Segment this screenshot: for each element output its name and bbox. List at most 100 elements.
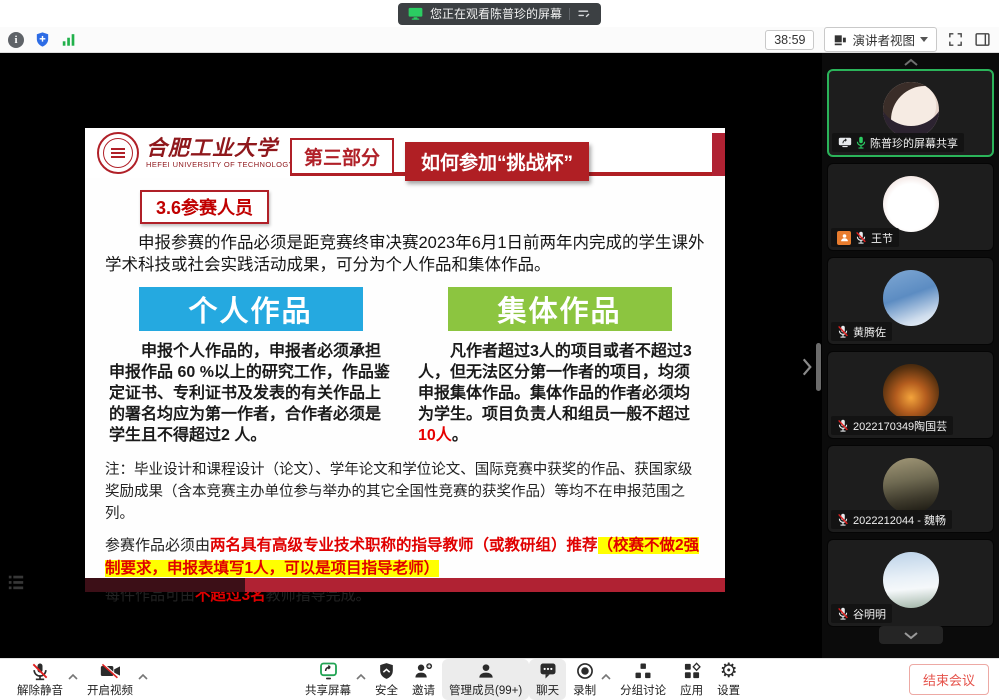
slide-part-label: 第三部分 bbox=[290, 138, 394, 175]
banner-menu-icon[interactable] bbox=[577, 8, 591, 20]
video-tile[interactable]: 王节 bbox=[827, 163, 994, 251]
end-meeting-button[interactable]: 结束会议 bbox=[909, 664, 989, 695]
presentation-slide: 合肥工业大学 HEFEI UNIVERSITY OF TECHNOLOGY 第三… bbox=[85, 128, 725, 592]
screen-share-badge-icon bbox=[838, 137, 852, 148]
banner-message: 您正在观看陈普珍的屏幕 bbox=[430, 5, 562, 22]
sidebar-scroll-down[interactable] bbox=[879, 626, 943, 644]
avatar bbox=[883, 176, 939, 232]
apps-grid-icon bbox=[682, 661, 702, 681]
avatar bbox=[883, 82, 939, 138]
slide-note-paragraph: 注：毕业设计和课程设计（论文）、学年论文和学位论文、国际竞赛中获奖的作品、获国家… bbox=[105, 460, 705, 525]
university-name-en: HEFEI UNIVERSITY OF TECHNOLOGY bbox=[146, 160, 294, 169]
participant-label: 谷明明 bbox=[831, 604, 892, 623]
record-options-chevron[interactable] bbox=[601, 667, 611, 685]
network-signal-icon[interactable] bbox=[61, 32, 77, 47]
mic-muted-icon bbox=[837, 607, 849, 620]
mic-muted-icon bbox=[837, 513, 849, 526]
university-name-cn: 合肥工业大学 bbox=[146, 137, 294, 159]
stage-scrollbar-thumb[interactable] bbox=[816, 343, 821, 391]
breakout-rooms-icon bbox=[633, 661, 653, 681]
meeting-timer: 38:59 bbox=[765, 30, 814, 50]
avatar bbox=[883, 364, 939, 420]
gear-icon: ⚙ bbox=[720, 661, 738, 681]
screen-share-icon bbox=[408, 7, 423, 20]
security-shield-icon bbox=[377, 661, 396, 681]
meeting-toolbar-bottom: 解除静音 开启视频 bbox=[0, 658, 999, 700]
video-tile[interactable]: 黄腾佐 bbox=[827, 257, 994, 345]
participant-label: 黄腾佐 bbox=[831, 322, 892, 341]
personal-works-header: 个人作品 bbox=[139, 287, 363, 331]
security-button[interactable]: 安全 bbox=[368, 659, 405, 700]
notification-bar: 您正在观看陈普珍的屏幕 bbox=[0, 0, 999, 27]
meeting-toolbar-top: i 38:59 演讲者视图 bbox=[0, 27, 999, 53]
university-logo: 合肥工业大学 HEFEI UNIVERSITY OF TECHNOLOGY bbox=[97, 132, 294, 174]
shield-protect-icon[interactable] bbox=[34, 31, 51, 48]
unmute-button[interactable]: 解除静音 bbox=[10, 659, 70, 700]
personal-works-body: 申报个人作品的，申报者必须承担申报作品 60 %以上的研究工作，作品鉴定证书、专… bbox=[109, 341, 392, 447]
mic-muted-icon bbox=[837, 325, 849, 338]
collective-limit-red: 10人 bbox=[418, 427, 452, 444]
next-page-chevron-icon[interactable] bbox=[800, 356, 814, 383]
avatar bbox=[883, 458, 939, 514]
manage-participants-button[interactable]: 管理成员(99+) bbox=[442, 659, 529, 700]
breakout-rooms-button[interactable]: 分组讨论 bbox=[613, 659, 673, 700]
side-panel-icon[interactable] bbox=[974, 31, 991, 48]
chevron-down-icon bbox=[920, 37, 928, 42]
chat-button[interactable]: 聊天 bbox=[529, 659, 566, 700]
sidebar-scroll-up[interactable] bbox=[822, 55, 999, 69]
participant-label: 陈普珍的屏幕共享 bbox=[832, 133, 964, 152]
video-options-chevron[interactable] bbox=[138, 667, 148, 685]
avatar bbox=[883, 270, 939, 326]
video-tile[interactable]: 2022212044 - 魏畅 bbox=[827, 445, 994, 533]
avatar bbox=[883, 552, 939, 608]
banner-divider bbox=[569, 8, 570, 20]
apps-button[interactable]: 应用 bbox=[673, 659, 710, 700]
shared-screen-stage: 合肥工业大学 HEFEI UNIVERSITY OF TECHNOLOGY 第三… bbox=[0, 53, 822, 658]
slide-rule-paragraph: 参赛作品必须由两名具有高级专业技术职称的指导教师（或教研组）推荐（校赛不做2强制… bbox=[105, 535, 705, 581]
invite-button[interactable]: 邀请 bbox=[405, 659, 442, 700]
slide-footer-bar bbox=[85, 578, 725, 592]
annotation-list-icon[interactable] bbox=[6, 573, 26, 596]
mic-muted-icon bbox=[30, 661, 50, 681]
collective-works-column: 集体作品 凡作者超过3人的项目或者不超过3人，但无法区分第一作者的项目，均须申报… bbox=[418, 287, 701, 447]
slide-columns: 个人作品 申报个人作品的，申报者必须承担申报作品 60 %以上的研究工作，作品鉴… bbox=[109, 287, 701, 447]
video-tile[interactable]: 谷明明 bbox=[827, 539, 994, 627]
record-icon bbox=[575, 661, 595, 681]
speaker-view-icon bbox=[833, 33, 847, 47]
chat-bubble-icon bbox=[538, 661, 558, 681]
header-endcap bbox=[712, 133, 725, 176]
participant-label: 2022212044 - 魏畅 bbox=[831, 510, 952, 529]
slide-section-label: 3.6参赛人员 bbox=[140, 190, 269, 224]
participant-label: 王节 bbox=[831, 228, 899, 247]
mic-muted-icon bbox=[837, 419, 849, 432]
mic-on-icon bbox=[856, 136, 866, 149]
slide-header: 合肥工业大学 HEFEI UNIVERSITY OF TECHNOLOGY 第三… bbox=[85, 128, 725, 178]
invite-person-icon bbox=[413, 661, 434, 681]
mic-muted-icon bbox=[855, 231, 867, 244]
participants-icon bbox=[476, 661, 496, 681]
info-icon[interactable]: i bbox=[8, 32, 24, 48]
university-emblem-icon bbox=[97, 132, 139, 174]
screen-watch-banner[interactable]: 您正在观看陈普珍的屏幕 bbox=[398, 3, 601, 25]
video-tile[interactable]: 陈普珍的屏幕共享 bbox=[827, 69, 994, 157]
member-badge-icon bbox=[837, 231, 851, 245]
participant-label: 2022170349陶国芸 bbox=[831, 416, 953, 435]
fullscreen-icon[interactable] bbox=[947, 31, 964, 48]
view-mode-label: 演讲者视图 bbox=[852, 30, 915, 49]
collective-works-header: 集体作品 bbox=[448, 287, 672, 331]
main-area: 合肥工业大学 HEFEI UNIVERSITY OF TECHNOLOGY 第三… bbox=[0, 53, 999, 658]
view-mode-selector[interactable]: 演讲者视图 bbox=[824, 27, 937, 52]
video-tile[interactable]: 2022170349陶国芸 bbox=[827, 351, 994, 439]
settings-button[interactable]: ⚙ 设置 bbox=[710, 659, 747, 700]
rule-red-text: 两名具有高级专业技术职称的指导教师（或教研组）推荐 bbox=[210, 537, 598, 554]
start-video-button[interactable]: 开启视频 bbox=[80, 659, 140, 700]
collective-works-body: 凡作者超过3人的项目或者不超过3人，但无法区分第一作者的项目，均须申报集体作品。… bbox=[418, 341, 701, 447]
mic-options-chevron[interactable] bbox=[68, 667, 78, 685]
share-screen-button[interactable]: 共享屏幕 bbox=[298, 659, 358, 700]
share-options-chevron[interactable] bbox=[356, 667, 366, 685]
camera-off-icon bbox=[99, 661, 121, 681]
record-button[interactable]: 录制 bbox=[566, 659, 603, 700]
slide-intro-paragraph: 申报参赛的作品必须是距竞赛终审决赛2023年6月1日前两年内完成的学生课外学术科… bbox=[105, 232, 705, 277]
meeting-window: 您正在观看陈普珍的屏幕 i 38:59 bbox=[0, 0, 999, 700]
personal-works-column: 个人作品 申报个人作品的，申报者必须承担申报作品 60 %以上的研究工作，作品鉴… bbox=[109, 287, 392, 447]
